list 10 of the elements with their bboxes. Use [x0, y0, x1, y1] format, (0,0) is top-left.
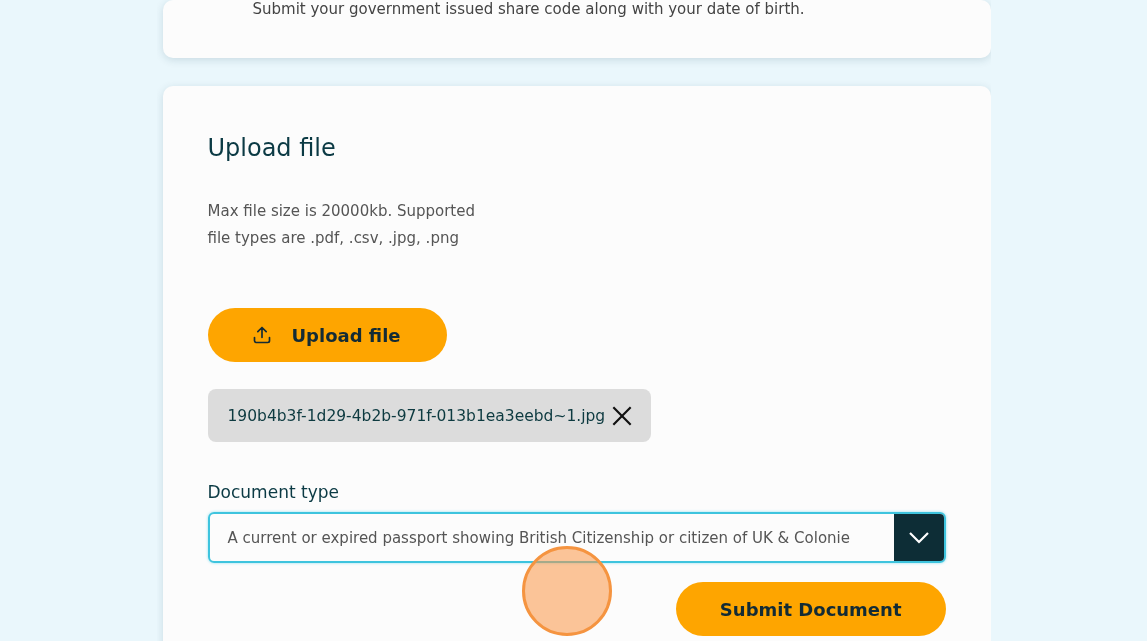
- file-name: 190b4b3f-1d29-4b2b-971f-013b1ea3eebd~1.jpg: [227, 406, 606, 425]
- chevron-down-icon: [907, 530, 930, 545]
- submit-document-button[interactable]: Submit Document: [675, 582, 946, 636]
- document-type-select[interactable]: A current or expired passport showing British Citizenship or citizen of UK & Colonie: [207, 512, 946, 563]
- file-hint-text: Max file size is 20000kb. Supported file types are .pdf, .csv, .jpg, .png: [207, 201, 475, 249]
- section-title: Upload file: [207, 134, 336, 162]
- upload-file-button[interactable]: Upload file: [207, 308, 447, 362]
- instruction-text: Submit your government issued share code along with your date of birth.: [252, 0, 806, 18]
- upload-icon: [251, 325, 272, 345]
- field-label: Document type: [207, 482, 340, 502]
